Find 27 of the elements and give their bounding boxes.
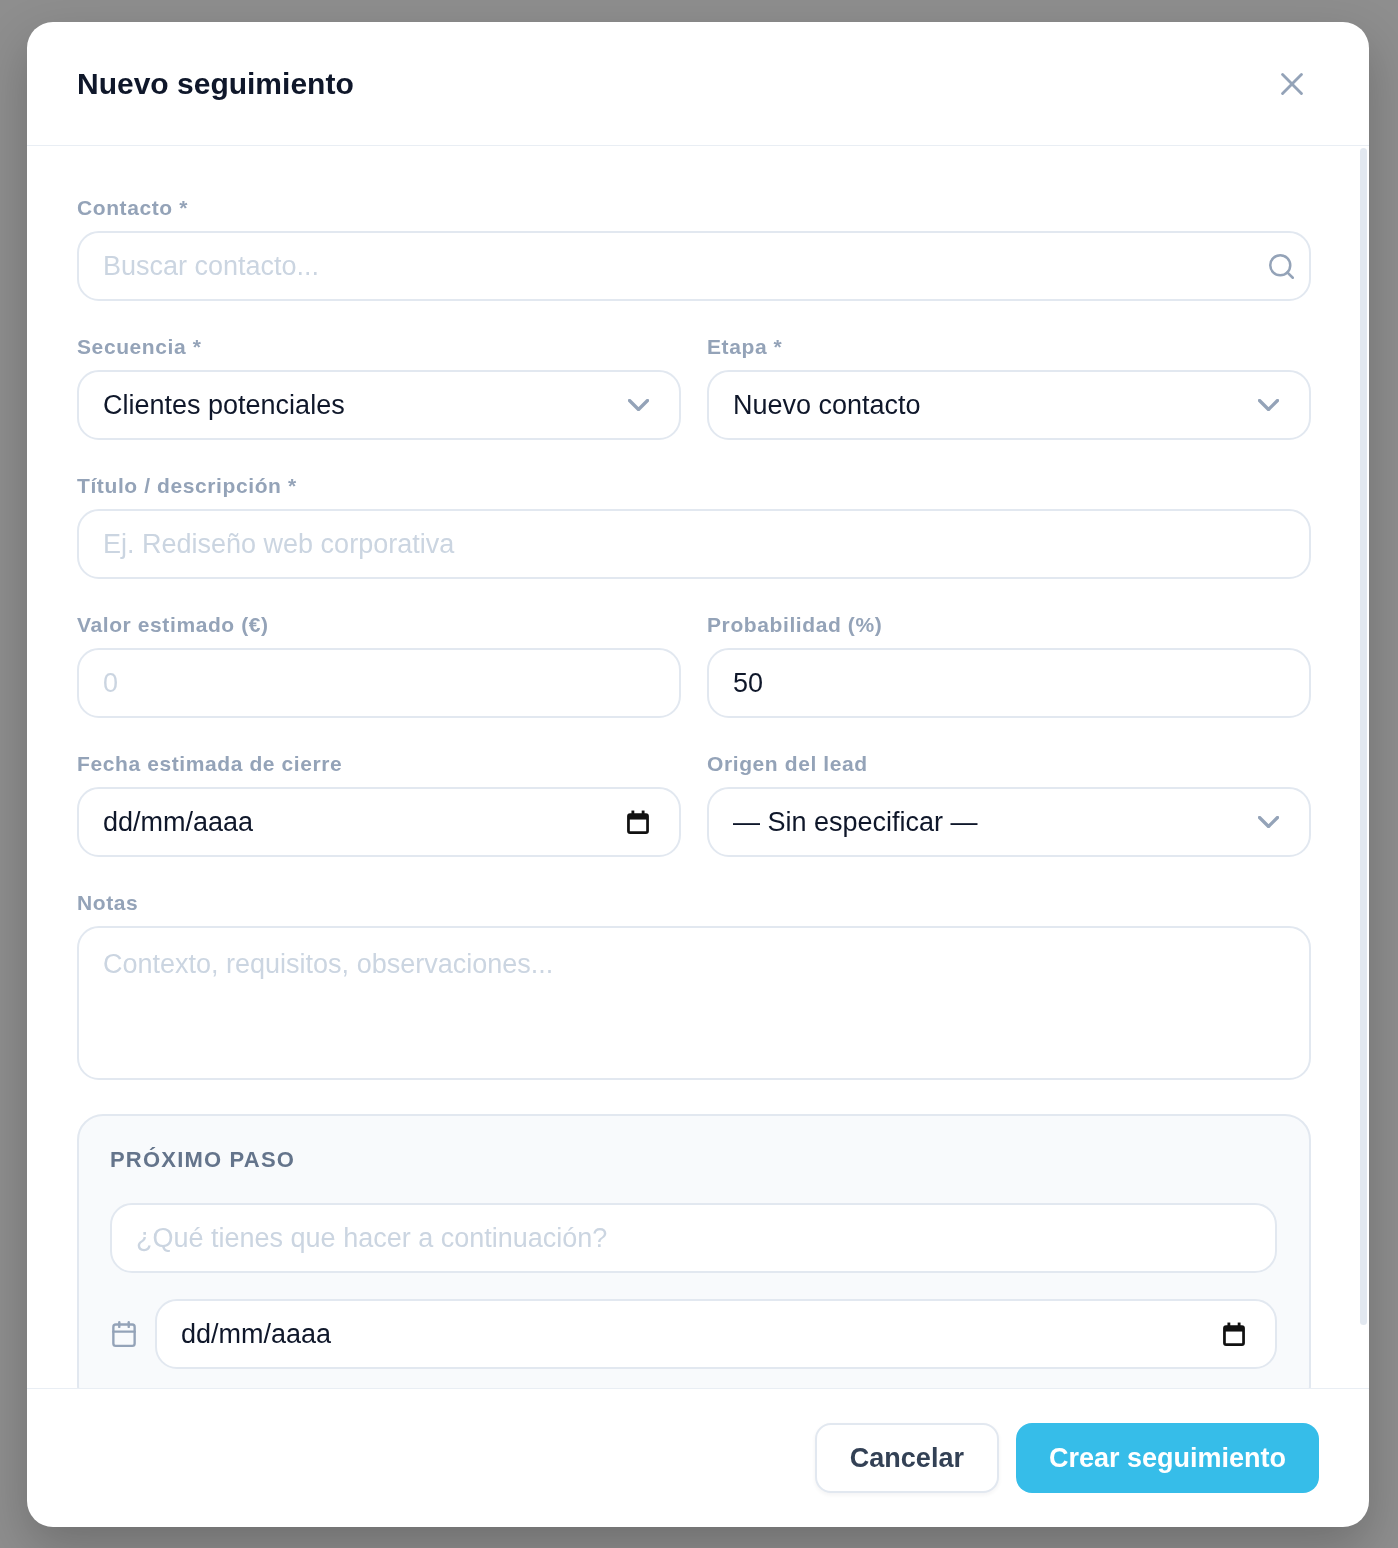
search-icon: [1269, 254, 1294, 279]
field-label: Título / descripción *: [77, 474, 297, 498]
close-icon: [1281, 72, 1303, 95]
chevron-down-icon: [1258, 399, 1279, 411]
chevron-down-icon: [628, 399, 649, 411]
field-label: Notas: [77, 891, 139, 915]
date-field[interactable]: dd/mm/aaaa: [155, 1299, 1277, 1369]
field-label: Etapa *: [707, 335, 783, 359]
field-label: Origen del lead: [707, 752, 868, 776]
scrollbar-thumb[interactable]: [1360, 148, 1367, 1325]
dropdown[interactable]: Nuevo contacto: [707, 370, 1311, 440]
field-label: Fecha estimada de cierre: [77, 752, 343, 776]
calendar-icon[interactable]: [627, 810, 649, 834]
cancel-button[interactable]: Cancelar: [814, 1423, 999, 1493]
dropdown[interactable]: Clientes potenciales: [77, 370, 681, 440]
field-label: Valor estimado (€): [77, 613, 269, 637]
dialog-title: Nuevo seguimiento: [77, 65, 354, 102]
text-field[interactable]: 50: [707, 648, 1311, 718]
calendar-icon: [112, 1321, 136, 1347]
chevron-down-icon: [1258, 816, 1279, 828]
date-field[interactable]: dd/mm/aaaa: [77, 787, 681, 857]
dropdown[interactable]: — Sin especificar —: [707, 787, 1311, 857]
calendar-icon[interactable]: [1223, 1322, 1245, 1346]
field-label: Probabilidad (%): [707, 613, 883, 637]
field-label: Secuencia *: [77, 335, 202, 359]
section-title: PRÓXIMO PASO: [110, 1147, 296, 1173]
field-label: Contacto *: [77, 196, 188, 220]
